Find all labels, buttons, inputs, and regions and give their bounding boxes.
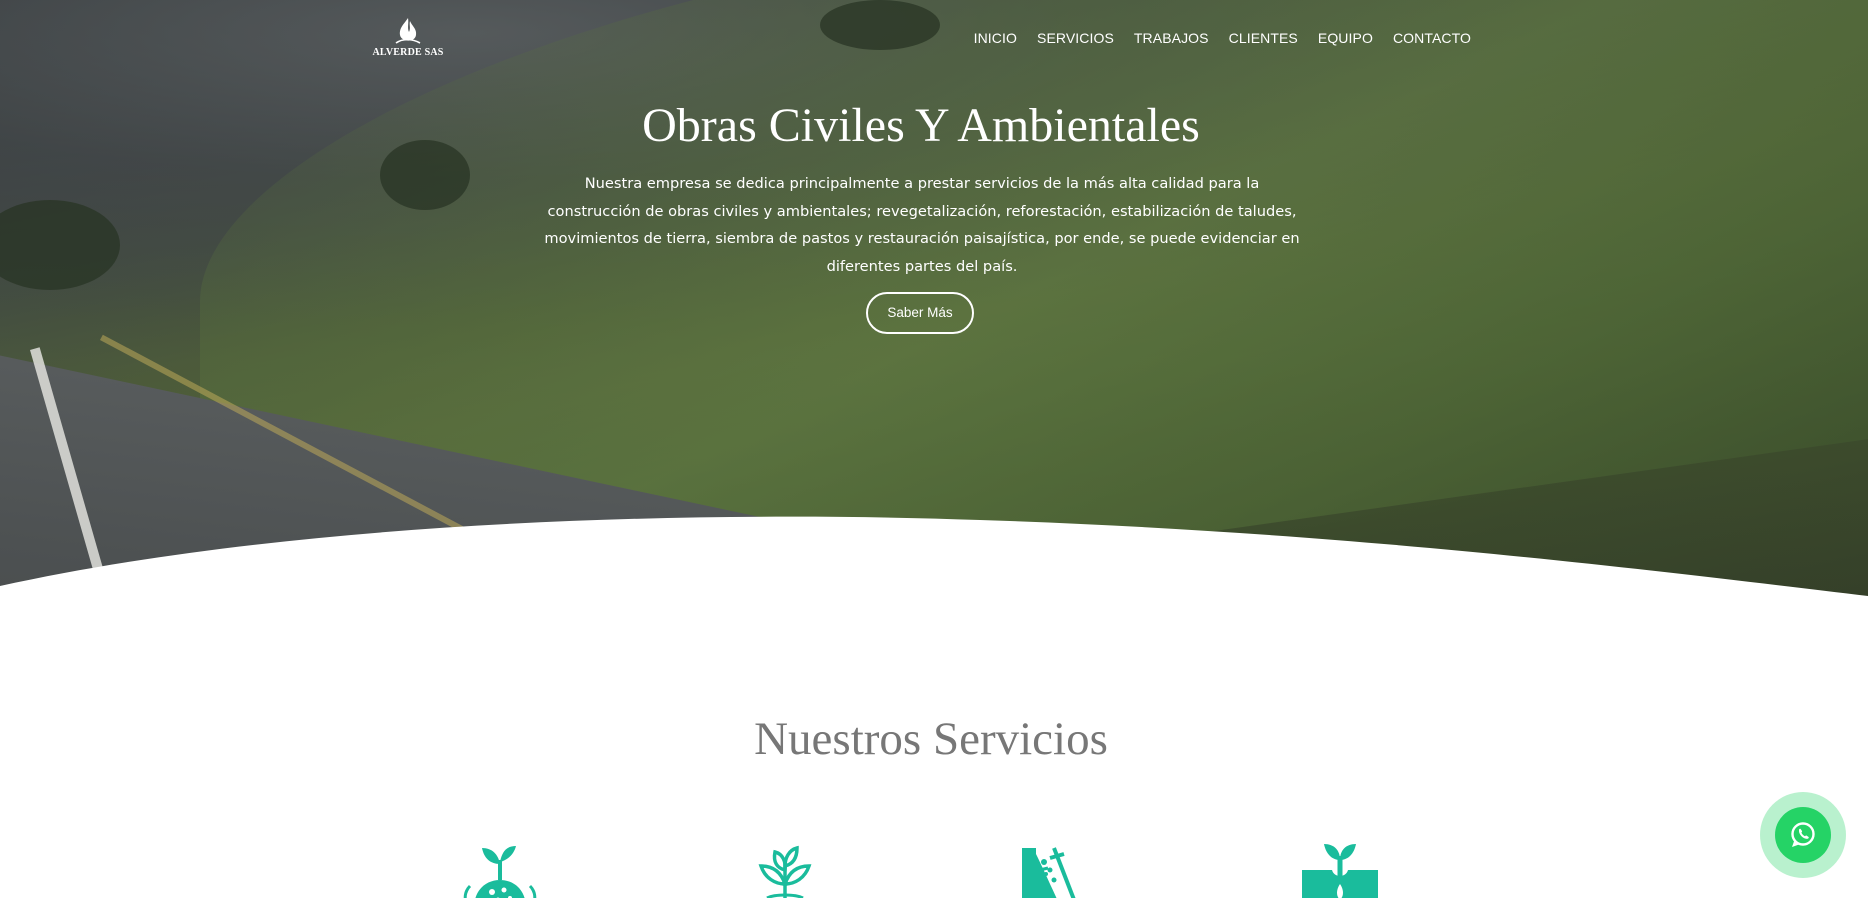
leaf-logo-icon [395, 18, 421, 44]
hero-title: Obras Civiles Y Ambientales [642, 99, 1200, 152]
plant-roots-icon [745, 840, 825, 898]
nav-item-trabajos[interactable]: TRABAJOS [1134, 30, 1209, 46]
whatsapp-button[interactable] [1775, 807, 1831, 863]
nav-item-inicio[interactable]: INICIO [974, 30, 1017, 46]
hero-tree [820, 0, 940, 50]
whatsapp-icon [1791, 822, 1815, 847]
seedling-soil-icon [460, 840, 540, 898]
nav-item-servicios[interactable]: SERVICIOS [1037, 30, 1114, 46]
services-title: Nuestros Servicios [754, 713, 1108, 765]
nav-item-contacto[interactable]: CONTACTO [1393, 30, 1471, 46]
nav-item-equipo[interactable]: EQUIPO [1318, 30, 1373, 46]
sprout-ground-icon [1300, 840, 1380, 898]
nav-item-clientes[interactable]: CLIENTES [1229, 30, 1298, 46]
main-nav: INICIO SERVICIOS TRABAJOS CLIENTES EQUIP… [974, 30, 1471, 46]
brand-logo[interactable]: ALVERDE SAS [372, 16, 444, 62]
saber-mas-button[interactable]: Saber Más [866, 292, 974, 334]
hero-curve-divider [0, 516, 1868, 600]
hero-description: Nuestra empresa se dedica principalmente… [544, 175, 1300, 275]
slope-stabilization-icon [1020, 840, 1100, 898]
logo-text: ALVERDE SAS [372, 47, 444, 58]
